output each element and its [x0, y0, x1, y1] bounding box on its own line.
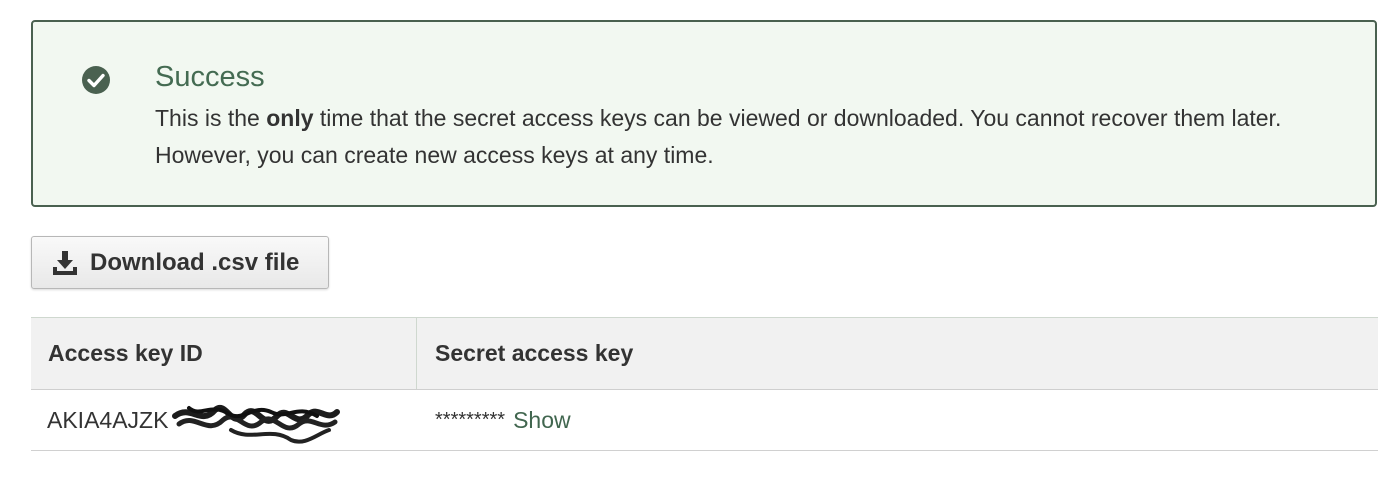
secret-key-masked: *********	[435, 408, 506, 431]
table-header: Access key ID Secret access key	[31, 317, 1378, 390]
alert-message-end: time that the secret access keys can be …	[155, 105, 1282, 168]
alert-message-emphasis: only	[266, 105, 314, 131]
download-csv-label: Download .csv file	[90, 248, 300, 276]
table-row: AKIA4AJZK ********* Show	[31, 390, 1378, 451]
alert-title: Success	[155, 61, 265, 93]
redaction-scribble	[172, 405, 340, 444]
check-circle-icon	[82, 66, 110, 94]
download-csv-button[interactable]: Download .csv file	[31, 236, 329, 289]
download-icon	[53, 250, 77, 275]
column-header-access-key-id: Access key ID	[31, 318, 417, 389]
success-alert: Success This is the only time that the s…	[31, 20, 1377, 207]
alert-message-start: This is the	[155, 105, 267, 131]
access-key-id-cell: AKIA4AJZK	[31, 390, 417, 450]
column-header-secret-access-key: Secret access key	[435, 340, 634, 366]
secret-access-key-cell: ********* Show	[417, 390, 1378, 450]
access-key-id-value: AKIA4AJZK	[47, 406, 169, 433]
show-secret-link[interactable]: Show	[513, 407, 571, 434]
access-keys-table: Access key ID Secret access key AKIA4AJZ…	[31, 317, 1378, 451]
alert-message: This is the only time that the secret ac…	[155, 100, 1335, 174]
